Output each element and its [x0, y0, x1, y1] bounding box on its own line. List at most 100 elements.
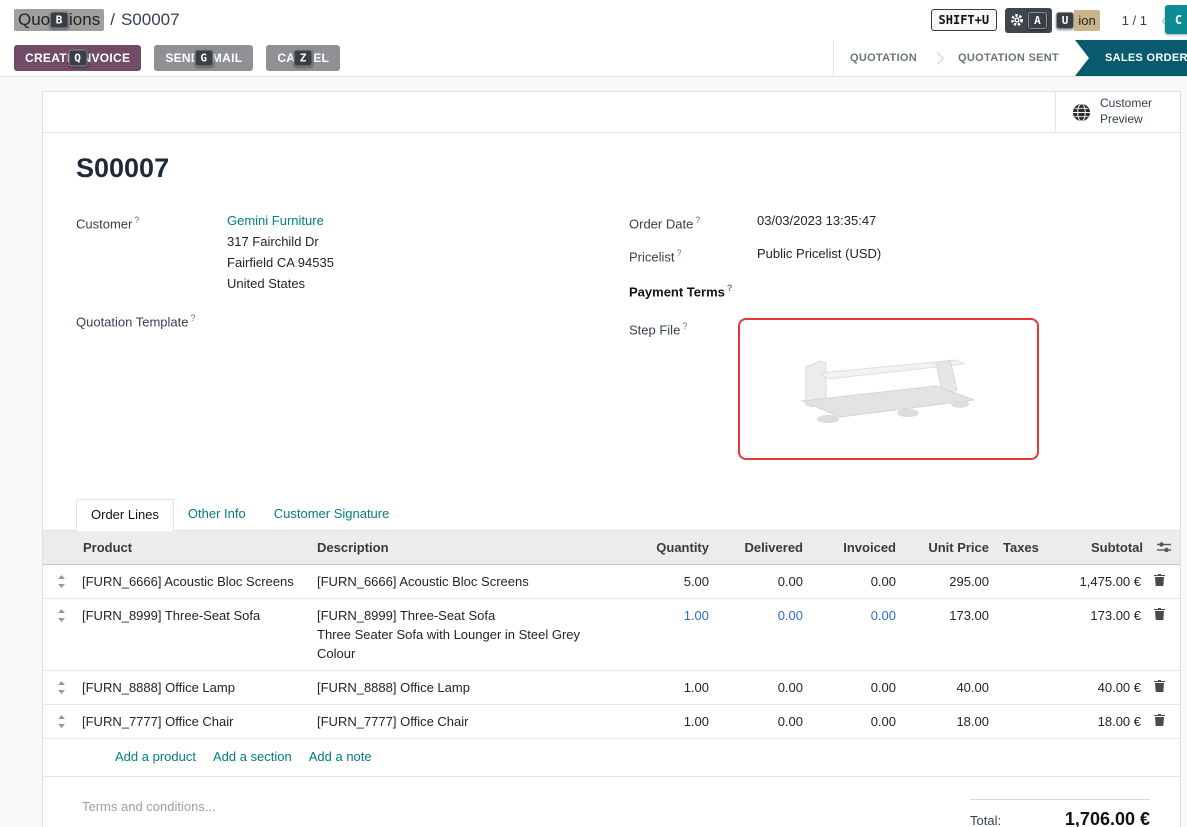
cell-product[interactable]: [FURN_8888] Office Lamp — [79, 671, 313, 704]
field-help-marker: ? — [191, 313, 196, 323]
statusbar-stage-quotation[interactable]: QUOTATION — [834, 40, 933, 76]
cell-taxes[interactable] — [993, 565, 1041, 579]
table-row[interactable]: [FURN_6666] Acoustic Bloc Screens [FURN_… — [43, 565, 1180, 599]
table-row[interactable]: [FURN_7777] Office Chair [FURN_7777] Off… — [43, 705, 1180, 739]
customer-address-line2: Fairfield CA 94535 — [227, 252, 334, 273]
pricelist-value[interactable]: Public Pricelist (USD) — [757, 243, 881, 267]
cell-description[interactable]: [FURN_8888] Office Lamp — [313, 671, 621, 704]
cell-unit-price[interactable]: 173.00 — [900, 599, 993, 632]
cell-quantity[interactable]: 1.00 — [621, 599, 713, 632]
cell-delivered[interactable]: 0.00 — [713, 565, 807, 598]
cell-delivered[interactable]: 0.00 — [713, 599, 807, 632]
cell-product[interactable]: [FURN_6666] Acoustic Bloc Screens — [79, 565, 313, 598]
breadcrumb-quotations[interactable]: Quotations B — [14, 9, 104, 31]
settings-gear-button[interactable]: A — [1005, 8, 1052, 33]
cell-taxes[interactable] — [993, 705, 1041, 719]
col-delivered: Delivered — [713, 531, 807, 564]
delete-row-icon[interactable] — [1147, 599, 1180, 620]
customer-link[interactable]: Gemini Furniture — [227, 213, 324, 228]
statusbar-stage-quotation-sent[interactable]: QUOTATION SENT — [942, 40, 1075, 76]
cell-unit-price[interactable]: 40.00 — [900, 671, 993, 704]
hint-g: G — [194, 50, 213, 67]
payment-terms-field[interactable]: Payment Terms? — [629, 278, 1140, 302]
cell-invoiced[interactable]: 0.00 — [807, 705, 900, 738]
cell-product[interactable]: [FURN_7777] Office Chair — [79, 705, 313, 738]
cell-invoiced[interactable]: 0.00 — [807, 599, 900, 632]
field-help-marker: ? — [682, 321, 687, 331]
delete-row-icon[interactable] — [1147, 565, 1180, 586]
cell-description[interactable]: [FURN_6666] Acoustic Bloc Screens — [313, 565, 621, 598]
tab-other-info[interactable]: Other Info — [174, 499, 260, 530]
statusbar-stage-sales-order[interactable]: SALES ORDER — [1075, 40, 1187, 76]
create-invoice-button[interactable]: CREATE INVOICE Q — [14, 45, 141, 71]
cell-unit-price[interactable]: 295.00 — [900, 565, 993, 598]
customer-value: Gemini Furniture 317 Fairchild Dr Fairfi… — [227, 210, 334, 294]
cell-subtotal: 173.00 € — [1041, 599, 1147, 632]
cell-delivered[interactable]: 0.00 — [713, 671, 807, 704]
drag-handle-icon[interactable] — [43, 599, 79, 629]
sheet-body: S00007 Customer? Gemini Furniture 317 Fa… — [43, 153, 1180, 827]
order-date-value[interactable]: 03/03/2023 13:35:47 — [757, 210, 876, 234]
handle-column-header — [43, 531, 79, 545]
statusbar: QUOTATION QUOTATION SENT SALES ORDER — [833, 40, 1187, 76]
table-row[interactable]: [FURN_8888] Office Lamp [FURN_8888] Offi… — [43, 671, 1180, 705]
field-help-marker: ? — [134, 215, 139, 225]
customer-preview-button[interactable]: Customer Preview — [1055, 92, 1180, 132]
form-fields: Customer? Gemini Furniture 317 Fairchild… — [76, 210, 1140, 469]
cell-unit-price[interactable]: 18.00 — [900, 705, 993, 738]
cell-product[interactable]: [FURN_8999] Three-Seat Sofa — [79, 599, 313, 632]
cell-invoiced[interactable]: 0.00 — [807, 565, 900, 598]
delete-row-icon[interactable] — [1147, 671, 1180, 692]
form-sheet: Customer Preview S00007 Customer? Gemini… — [42, 91, 1181, 827]
step-file-image[interactable] — [738, 318, 1039, 460]
cell-invoiced[interactable]: 0.00 — [807, 671, 900, 704]
table-row[interactable]: [FURN_8999] Three-Seat Sofa [FURN_8999] … — [43, 599, 1180, 671]
step-file-field: Step File? — [629, 316, 1140, 460]
customer-address-line1: 317 Fairchild Dr — [227, 231, 334, 252]
cell-quantity[interactable]: 5.00 — [621, 565, 713, 598]
add-section-link[interactable]: Add a section — [213, 749, 292, 764]
table-footer-links: Add a product Add a section Add a note — [76, 739, 1140, 775]
drag-handle-icon[interactable] — [43, 671, 79, 701]
breadcrumb: Quotations B / S00007 — [14, 9, 180, 31]
customer-preview-label: Customer Preview — [1100, 96, 1152, 127]
cell-taxes[interactable] — [993, 599, 1041, 613]
top-navigation-bar: Quotations B / S00007 SHIFT+U A U ion 1 … — [0, 0, 1187, 40]
tab-order-lines[interactable]: Order Lines — [76, 499, 174, 531]
cell-description[interactable]: [FURN_8999] Three-Seat Sofa Three Seater… — [313, 599, 621, 670]
cell-subtotal: 1,475.00 € — [1041, 565, 1147, 598]
sheet-top-strip: Customer Preview — [43, 92, 1180, 133]
action-menu-label[interactable]: ion — [1074, 10, 1099, 31]
add-product-link[interactable]: Add a product — [115, 749, 196, 764]
hint-u: U — [1056, 12, 1075, 29]
cell-description[interactable]: [FURN_7777] Office Chair — [313, 705, 621, 738]
cell-taxes[interactable] — [993, 671, 1041, 685]
terms-placeholder[interactable]: Terms and conditions... — [82, 799, 216, 827]
order-date-field: Order Date? 03/03/2023 13:35:47 — [629, 210, 1140, 234]
content-area: Customer Preview S00007 Customer? Gemini… — [0, 77, 1187, 827]
cell-quantity[interactable]: 1.00 — [621, 671, 713, 704]
drag-handle-icon[interactable] — [43, 705, 79, 735]
total-value: 1,706.00 € — [1065, 809, 1150, 827]
preview-line1: Customer — [1100, 96, 1152, 110]
tab-customer-signature[interactable]: Customer Signature — [260, 499, 404, 530]
table-header-row: Product Description Quantity Delivered I… — [43, 531, 1180, 565]
col-unit-price: Unit Price — [900, 531, 993, 564]
field-help-marker: ? — [695, 215, 700, 225]
form-right-column: Order Date? 03/03/2023 13:35:47 Pricelis… — [629, 210, 1140, 469]
edge-hint-button[interactable]: C — [1165, 5, 1187, 34]
toggle-columns-icon[interactable] — [1147, 531, 1180, 553]
cell-quantity[interactable]: 1.00 — [621, 705, 713, 738]
delete-row-icon[interactable] — [1147, 705, 1180, 726]
payment-terms-label: Payment Terms? — [629, 278, 757, 302]
send-email-button[interactable]: SEND EMAIL G — [154, 45, 253, 71]
cell-subtotal: 40.00 € — [1041, 671, 1147, 704]
drag-handle-icon[interactable] — [43, 565, 79, 595]
add-note-link[interactable]: Add a note — [309, 749, 372, 764]
order-date-label: Order Date? — [629, 210, 757, 234]
quotation-template-field[interactable]: Quotation Template? — [76, 308, 629, 332]
cancel-button[interactable]: CANCEL Z — [266, 45, 340, 71]
pricelist-label: Pricelist? — [629, 243, 757, 267]
cell-delivered[interactable]: 0.00 — [713, 705, 807, 738]
col-description: Description — [313, 531, 621, 564]
